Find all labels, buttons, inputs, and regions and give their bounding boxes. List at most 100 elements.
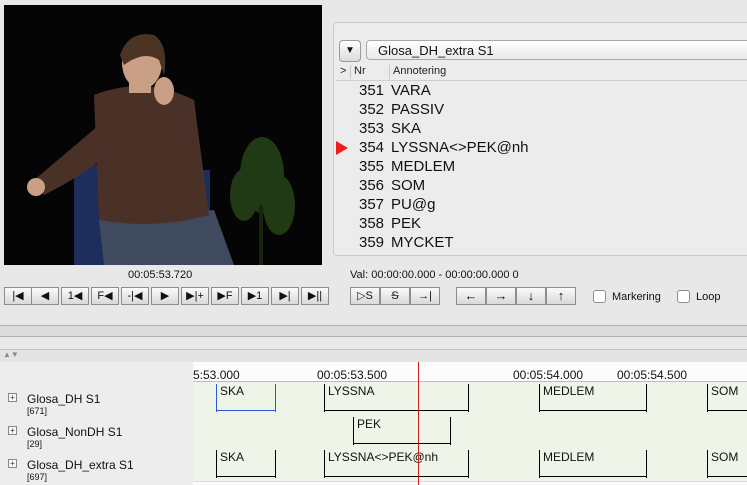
col-marker[interactable]: > <box>340 65 346 77</box>
annotation-nr: 359 <box>359 234 385 251</box>
nav-button-3[interactable]: ↑ <box>546 287 576 305</box>
current-time: 00:05:53.720 <box>128 269 193 281</box>
annotation-nr: 357 <box>359 196 385 213</box>
annotation-row[interactable]: 359 MYCKET <box>336 233 747 252</box>
timeline-header-bar: ▲▼ <box>0 349 747 362</box>
annotation-row[interactable]: 354 LYSSNA<>PEK@nh <box>336 138 747 157</box>
annotation-text: SOM <box>391 177 426 194</box>
media-button-7[interactable]: ▶F <box>211 287 239 305</box>
annotation-list-header: > Nr Annotering <box>336 64 747 81</box>
timeline-annotation-text: MEDLEM <box>543 384 595 398</box>
time-tick-label: 00:05:53.500 <box>317 368 388 382</box>
annotation-text: VARA <box>391 82 431 99</box>
media-button-2[interactable]: 1◀ <box>61 287 89 305</box>
marker-checkbox[interactable] <box>593 290 606 303</box>
timeline-annotation-text: LYSSNA<>PEK@nh <box>328 450 439 464</box>
media-button-5[interactable]: ▶ <box>151 287 179 305</box>
selection-label: Val: <box>350 269 369 281</box>
annotation-text: PU@g <box>391 196 436 213</box>
annotation-nr: 352 <box>359 101 385 118</box>
tier-select-value: Glosa_DH_extra S1 <box>378 43 494 58</box>
tier-name[interactable]: Glosa_NonDH S1 <box>27 425 122 439</box>
annotation-row[interactable]: 351 VARA <box>336 81 747 100</box>
timeline-annotation[interactable]: LYSSNA <box>324 384 469 412</box>
tier-count: [671] <box>27 406 48 416</box>
annotation-nr: 354 <box>359 139 385 156</box>
timeline-annotation[interactable]: SKA <box>216 450 276 478</box>
col-annotation[interactable]: Annotering <box>393 65 446 77</box>
tier-name[interactable]: Glosa_DH_extra S1 <box>27 458 134 472</box>
media-button-4[interactable]: -|◀ <box>121 287 149 305</box>
annotation-text: PASSIV <box>391 101 445 118</box>
time-tick-label: 00:05:54.500 <box>617 368 688 382</box>
selection-button-1[interactable]: S <box>380 287 410 305</box>
tier-row[interactable] <box>193 448 747 482</box>
timeline-area[interactable]: 5:53.000 00:05:53.500 00:05:54.000 00:05:54… <box>193 362 747 485</box>
tier-select[interactable]: Glosa_DH_extra S1 <box>366 40 747 60</box>
annotation-nr: 356 <box>359 177 385 194</box>
annotation-row[interactable]: 352 PASSIV <box>336 100 747 119</box>
annotation-text: LYSSNA<>PEK@nh <box>391 139 529 156</box>
nav-button-2[interactable]: ↓ <box>516 287 546 305</box>
annotation-row[interactable]: 353 SKA <box>336 119 747 138</box>
video-viewer[interactable] <box>4 5 322 265</box>
tier-expand-icon[interactable]: + <box>8 393 17 402</box>
nav-button-1[interactable]: → <box>486 287 516 305</box>
tier-count: [29] <box>27 439 43 449</box>
annotation-text: SKA <box>391 120 422 137</box>
timeline-divider[interactable] <box>0 325 747 337</box>
selection-button-0[interactable]: ▷S <box>350 287 380 305</box>
timeline-annotation[interactable]: MEDLEM <box>539 450 647 478</box>
loop-checkbox[interactable] <box>677 290 690 303</box>
annotation-row[interactable]: 356 SOM <box>336 176 747 195</box>
selection-button-2[interactable]: →| <box>410 287 440 305</box>
media-button-6[interactable]: ▶|+ <box>181 287 209 305</box>
collapse-arrows-icon[interactable]: ▲▼ <box>3 350 19 359</box>
annotation-row[interactable]: 355 MEDLEM <box>336 157 747 176</box>
annotation-row[interactable]: 357 PU@g <box>336 195 747 214</box>
timeline-annotation-text: MEDLEM <box>543 450 595 464</box>
triangle-down-icon: ▼ <box>345 45 355 56</box>
timeline-annotation-text: SOM <box>711 450 739 464</box>
playhead-crosshair <box>418 362 419 485</box>
annotation-text: MEDLEM <box>391 158 456 175</box>
time-tick-label: 00:05:54.000 <box>513 368 584 382</box>
timeline-annotation[interactable]: SOM <box>707 384 747 412</box>
annotation-list: 351 VARA 352 PASSIV 353 SKA 354 LYSSNA<>PEK@nh 3… <box>336 81 747 252</box>
media-button-9[interactable]: ▶| <box>271 287 299 305</box>
nav-button-0[interactable]: ← <box>456 287 486 305</box>
col-nr[interactable]: Nr <box>354 65 366 77</box>
media-button-1[interactable]: ◀ <box>31 287 59 305</box>
timeline-annotation[interactable]: LYSSNA<>PEK@nh <box>324 450 469 478</box>
tier-row[interactable] <box>193 415 747 449</box>
loop-label: Loop <box>696 291 721 303</box>
annotation-nr: 351 <box>359 82 385 99</box>
timeline-annotation[interactable]: SOM <box>707 450 747 478</box>
annotation-row[interactable]: 358 PEK <box>336 214 747 233</box>
timeline-annotation-text: LYSSNA <box>328 384 375 398</box>
video-frame <box>4 5 322 265</box>
tier-dropdown-button[interactable]: ▼ <box>339 40 361 62</box>
media-button-8[interactable]: ▶1 <box>241 287 269 305</box>
tier-count: [697] <box>27 472 48 482</box>
timeline-annotation[interactable]: PEK <box>353 417 451 445</box>
current-annotation-pointer-icon <box>336 141 348 155</box>
annotation-nr: 358 <box>359 215 385 232</box>
tier-expand-icon[interactable]: + <box>8 426 17 435</box>
media-button-0[interactable]: |◀ <box>4 287 32 305</box>
timeline-annotation-text: SKA <box>220 384 245 398</box>
timeline-annotation-text: SOM <box>711 384 739 398</box>
selection-length: 0 <box>512 269 519 281</box>
media-button-3[interactable]: F◀ <box>91 287 119 305</box>
timeline-annotation-text: PEK <box>357 417 382 431</box>
tier-expand-icon[interactable]: + <box>8 459 17 468</box>
tier-row[interactable] <box>193 382 747 416</box>
timeline-annotation[interactable]: SKA <box>216 384 276 412</box>
selection-range: 00:00:00.000 - 00:00:00.000 <box>371 269 510 281</box>
annotation-text: MYCKET <box>391 234 454 251</box>
timeline-annotation[interactable]: MEDLEM <box>539 384 647 412</box>
tier-name[interactable]: Glosa_DH S1 <box>27 392 100 406</box>
media-button-10[interactable]: ▶|| <box>301 287 329 305</box>
time-tick-label: 5:53.000 <box>193 368 240 382</box>
annotation-nr: 355 <box>359 158 385 175</box>
